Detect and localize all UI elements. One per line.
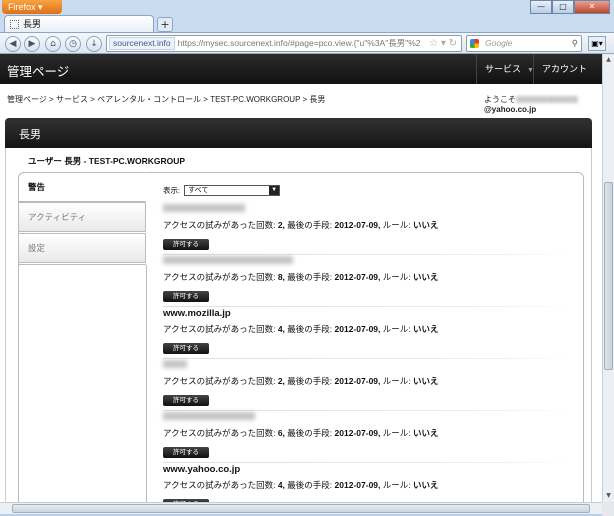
back-icon[interactable]: ◀ — [5, 36, 21, 52]
forward-icon[interactable]: ▶ — [24, 36, 40, 52]
site-name — [163, 256, 573, 268]
tab-activity[interactable]: アクティビティ — [18, 202, 146, 232]
new-tab-button[interactable]: + — [157, 17, 173, 32]
tab-settings[interactable]: 設定 — [18, 233, 146, 263]
filter-row: 表示: すべて ▼ — [163, 185, 573, 196]
bookmarks-menu-icon[interactable]: ▣▾ — [588, 36, 606, 51]
site-name: www.mozilla.jp — [163, 308, 231, 319]
search-input[interactable]: Google ⚲ — [466, 35, 582, 52]
alerts-list: 表示: すべて ▼ アクセスの試みがあった回数: 2, 最後の手段: 2012-0… — [163, 185, 573, 502]
scroll-up-icon[interactable]: ▲ — [604, 55, 613, 65]
redacted-site — [163, 204, 245, 212]
redacted-site — [163, 256, 293, 264]
entry-details: アクセスの試みがあった回数: 2, 最後の手段: 2012-07-09, ルール… — [163, 376, 439, 386]
tab-alerts[interactable]: 警告 — [18, 172, 146, 202]
redacted-email — [516, 96, 578, 104]
list-item: アクセスの試みがあった回数: 2, 最後の手段: 2012-07-09, ルール… — [163, 204, 573, 256]
nav-toolbar: ◀ ▶ ⌂ ◷ ↓ sourcenext.info https://mysec.s… — [0, 32, 614, 54]
entry-details: アクセスの試みがあった回数: 8, 最後の手段: 2012-07-09, ルール… — [163, 272, 439, 282]
list-item: www.mozilla.jp アクセスの試みがあった回数: 4, 最後の手段: … — [163, 308, 573, 360]
entry-details: アクセスの試みがあった回数: 4, 最後の手段: 2012-07-09, ルール… — [163, 324, 439, 334]
filter-select[interactable]: すべて ▼ — [184, 185, 281, 196]
browser-tab[interactable]: 長男 — [4, 15, 154, 33]
site-name: www.yahoo.co.jp — [163, 464, 241, 475]
address-bar[interactable]: sourcenext.info https://mysec.sourcenext.… — [106, 35, 462, 52]
firefox-menu-button[interactable]: Firefox ▾ — [2, 0, 62, 14]
redacted-site — [163, 360, 187, 368]
site-brand[interactable]: 管理ページ — [7, 61, 69, 80]
user-title: ユーザー 長男 - TEST-PC.WORKGROUP — [28, 156, 186, 166]
dropdown-arrow-icon: ▼ — [269, 186, 280, 195]
breadcrumb[interactable]: 管理ページ > サービス > ペアレンタル・コントロール > TEST-PC.W… — [7, 94, 325, 105]
tabs-panel: 警告 アクティビティ 設定 表示: すべて ▼ アクセスの試みがあった回数: 2,… — [18, 172, 584, 502]
list-item: www.yahoo.co.jp アクセスの試みがあった回数: 4, 最後の手段:… — [163, 464, 573, 502]
horizontal-scrollbar[interactable] — [0, 502, 602, 514]
entry-details: アクセスの試みがあった回数: 6, 最後の手段: 2012-07-09, ルール… — [163, 428, 439, 438]
allow-button[interactable]: 許可する — [163, 447, 209, 458]
tab-bar: 長男 + — [0, 14, 614, 33]
allow-button[interactable]: 許可する — [163, 395, 209, 406]
maximize-button[interactable]: □ — [552, 0, 574, 14]
window-controls: — □ ✕ — [530, 0, 610, 14]
list-item: アクセスの試みがあった回数: 6, 最後の手段: 2012-07-09, ルール… — [163, 412, 573, 464]
filter-label: 表示: — [163, 186, 181, 195]
site-name — [163, 412, 573, 424]
entry-details: アクセスの試みがあった回数: 4, 最後の手段: 2012-07-09, ルール… — [163, 480, 439, 490]
bookmark-star-icon[interactable]: ☆ ▾ ↻ — [429, 36, 457, 51]
list-item: アクセスの試みがあった回数: 8, 最後の手段: 2012-07-09, ルール… — [163, 256, 573, 308]
allow-button[interactable]: 許可する — [163, 239, 209, 250]
close-button[interactable]: ✕ — [574, 0, 610, 14]
welcome-text: ようこそ@yahoo.co.jp — [484, 94, 602, 114]
scroll-thumb[interactable] — [604, 182, 613, 370]
tab-title: 長男 — [23, 19, 42, 29]
scroll-down-icon[interactable]: ▼ — [604, 491, 613, 501]
menu-account[interactable]: アカウント▼ — [533, 54, 602, 104]
card-header: 長男 — [5, 118, 592, 148]
list-item: アクセスの試みがあった回数: 2, 最後の手段: 2012-07-09, ルール… — [163, 360, 573, 412]
site-header: 管理ページ サービス▼ アカウント▼ — [0, 54, 602, 104]
allow-button[interactable]: 許可する — [163, 343, 209, 354]
page-viewport: 管理ページ サービス▼ アカウント▼ 管理ページ > サービス > ペアレンタル… — [0, 54, 602, 502]
scroll-thumb[interactable] — [12, 504, 590, 513]
allow-button[interactable]: 許可する — [163, 291, 209, 302]
entry-details: アクセスの試みがあった回数: 2, 最後の手段: 2012-07-09, ルール… — [163, 220, 439, 230]
browser-window: Firefox ▾ — □ ✕ 長男 + ◀ ▶ ⌂ ◷ ↓ sourcenex… — [0, 0, 614, 516]
site-name — [163, 204, 573, 216]
download-icon[interactable]: ↓ — [86, 36, 102, 52]
minimize-button[interactable]: — — [530, 0, 552, 14]
site-identity[interactable]: sourcenext.info — [109, 37, 175, 50]
google-icon — [470, 39, 479, 48]
card-title: 長男 — [19, 129, 41, 141]
url-text: https://mysec.sourcenext.info/#page=pco.… — [177, 38, 421, 48]
site-name — [163, 360, 573, 372]
vertical-scrollbar[interactable]: ▲ ▼ — [602, 54, 614, 502]
history-icon[interactable]: ◷ — [65, 36, 81, 52]
search-icon[interactable]: ⚲ — [572, 36, 578, 51]
page-icon — [10, 20, 19, 29]
home-icon[interactable]: ⌂ — [45, 36, 61, 52]
card-body: ユーザー 長男 - TEST-PC.WORKGROUP 警告 アクティビティ 設… — [5, 148, 592, 502]
redacted-site — [163, 412, 255, 420]
